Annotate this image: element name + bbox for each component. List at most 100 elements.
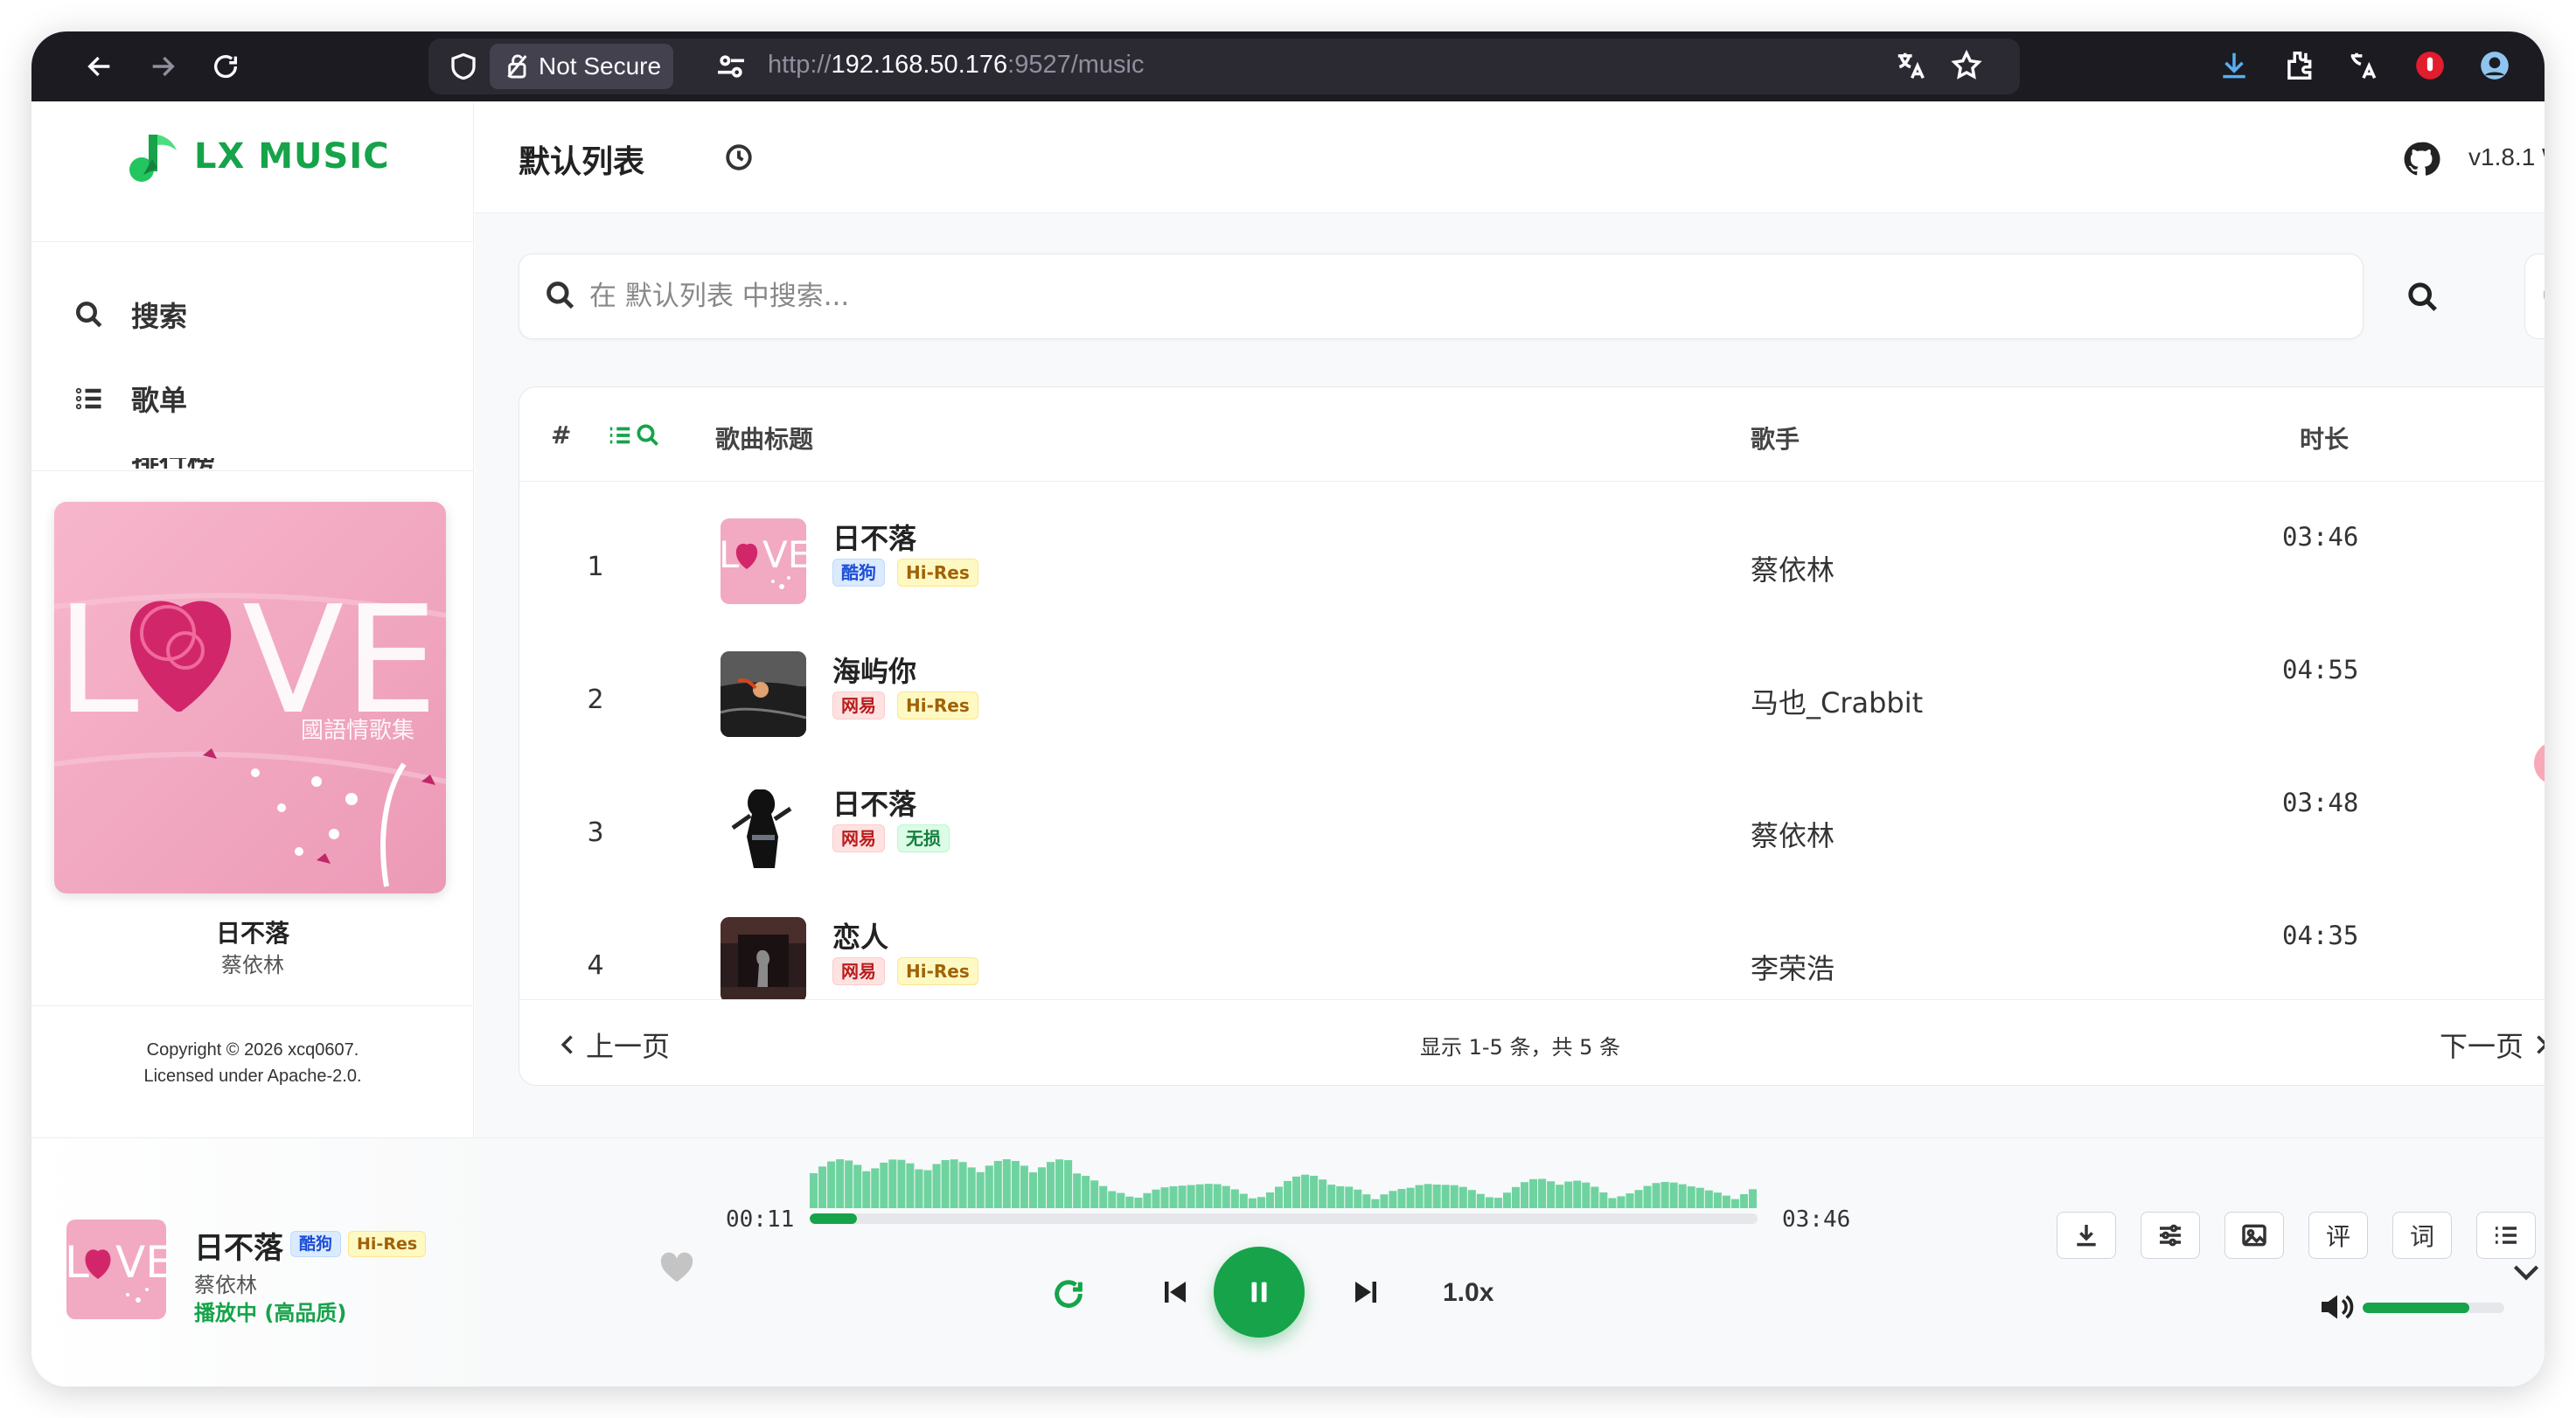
visualizer-bar <box>1397 1188 1406 1208</box>
volume-slider[interactable] <box>2363 1303 2504 1313</box>
app-logo[interactable]: LX MUSIC <box>126 126 390 187</box>
comments-button[interactable]: 评 <box>2308 1212 2368 1259</box>
visualizer-bar <box>1319 1179 1327 1208</box>
reload-button[interactable] <box>205 45 247 87</box>
github-icon <box>2404 142 2440 176</box>
visualizer-bar <box>1230 1189 1239 1208</box>
history-button[interactable] <box>723 142 758 177</box>
song-cover <box>721 651 806 737</box>
star-icon <box>1951 49 1982 80</box>
url-text[interactable]: http://192.168.50.176:9527/music <box>768 51 1145 80</box>
url-bar[interactable]: Not Secure http://192.168.50.176:9527/mu… <box>428 38 2020 94</box>
extensions-button[interactable] <box>2282 49 2317 84</box>
extension-red-button[interactable] <box>2413 49 2448 84</box>
equalizer-button[interactable] <box>2141 1212 2200 1259</box>
previous-track-button[interactable] <box>1159 1276 1198 1315</box>
translate-button[interactable] <box>1894 49 1929 84</box>
playlist-queue-button[interactable] <box>2476 1212 2536 1259</box>
visualizer-bar <box>1582 1182 1591 1208</box>
heart-icon <box>660 1252 693 1282</box>
top-bar: 默认列表 v1.8.1 Web <box>475 101 2545 213</box>
song-title: 恋人 <box>832 921 889 954</box>
bookmark-button[interactable] <box>1950 49 1985 84</box>
favorite-button[interactable] <box>659 1252 698 1287</box>
visualizer-bar <box>1652 1183 1660 1208</box>
visualizer-bar <box>1195 1184 1204 1208</box>
prev-page-label: 上一页 <box>586 1030 671 1063</box>
playlist-search-box[interactable] <box>519 254 2364 339</box>
visualizer-bar <box>1459 1186 1467 1208</box>
next-page-button[interactable]: 下一页 <box>2440 1025 2545 1065</box>
chevron-right-icon <box>2537 1035 2545 1054</box>
visualizer-bar <box>1020 1165 1028 1208</box>
visualizer-bar <box>1248 1198 1257 1208</box>
collapse-player-button[interactable] <box>2511 1261 2543 1287</box>
sidebar: LX MUSIC 搜索 歌单 排行榜 L <box>31 101 474 1137</box>
song-cover <box>721 917 806 1003</box>
song-artist[interactable]: 李荣浩 <box>1751 947 1835 987</box>
visualizer-bar <box>1143 1192 1152 1208</box>
song-artist[interactable]: 蔡依林 <box>1751 548 1835 588</box>
player-song-title: 日不落 <box>194 1231 283 1266</box>
sidebar-item-charts[interactable]: 排行榜 <box>73 458 336 469</box>
translate-extension-button[interactable] <box>2347 49 2382 84</box>
playback-rate-button[interactable]: 1.0x <box>1443 1278 1493 1308</box>
album-cover-love-image: L VE 國語情歌集 <box>54 502 446 893</box>
progress-bar[interactable] <box>810 1213 1758 1224</box>
browser-toolbar: Not Secure http://192.168.50.176:9527/mu… <box>31 31 2545 101</box>
visualizer-bar <box>871 1168 880 1208</box>
song-tags: 网易 Hi-Res <box>832 957 991 985</box>
volume-button[interactable] <box>2319 1292 2357 1324</box>
sidebar-song-artist: 蔡依林 <box>221 953 284 977</box>
visualizer-bar <box>1152 1189 1160 1208</box>
cover-image-button[interactable] <box>2224 1212 2284 1259</box>
sidebar-item-playlists[interactable]: 歌单 <box>73 372 187 425</box>
sidebar-divider <box>31 470 474 471</box>
quality-tag: Hi-Res <box>897 957 978 985</box>
player-cover[interactable]: L VE <box>66 1220 166 1319</box>
table-pagination: 上一页 显示 1-5 条，共 5 条 下一页 <box>519 999 2545 1085</box>
security-indicator[interactable]: Not Secure <box>490 44 674 89</box>
visualizer-bar <box>1011 1160 1020 1208</box>
plugin-button[interactable] <box>2524 254 2545 339</box>
site-permissions-button[interactable] <box>714 49 748 84</box>
sidebar-item-search[interactable]: 搜索 <box>73 288 187 341</box>
github-link[interactable] <box>2402 140 2440 178</box>
downloads-button[interactable] <box>2217 49 2252 84</box>
visualizer-bar <box>1222 1185 1230 1208</box>
visualizer-bar <box>1178 1185 1187 1208</box>
table-row[interactable]: 3 日不落 网易 无损 蔡依林 03:48 <box>519 763 2545 896</box>
song-artist[interactable]: 马也_Crabbit <box>1751 681 1923 721</box>
list-sort-icon[interactable] <box>607 422 633 448</box>
playlist-search-input[interactable] <box>589 272 2321 321</box>
table-row[interactable]: 2 海屿你 网易 Hi-Res 马也_Crabbit 04:55 <box>519 630 2545 763</box>
loop-mode-button[interactable] <box>1051 1276 1090 1315</box>
next-track-button[interactable] <box>1350 1276 1389 1315</box>
visualizer-bar <box>1055 1159 1064 1208</box>
now-playing-cover[interactable]: L VE 國語情歌集 <box>54 502 446 893</box>
tracking-protection-button[interactable] <box>448 51 479 82</box>
back-button[interactable] <box>79 45 121 87</box>
visualizer-bar <box>1450 1185 1459 1208</box>
prev-page-button[interactable]: 上一页 <box>556 1025 670 1065</box>
lyrics-button[interactable]: 词 <box>2392 1212 2452 1259</box>
chevron-down-icon <box>2513 1265 2539 1281</box>
song-tags: 网易 无损 <box>832 824 962 852</box>
player-status: 播放中 (高品质) <box>194 1301 347 1325</box>
song-artist[interactable]: 蔡依林 <box>1751 814 1835 854</box>
table-row[interactable]: 1 L VE 日不落 酷狗 Hi-Res 蔡依林 03:46 <box>519 497 2545 630</box>
visualizer-bar <box>923 1170 932 1208</box>
sidebar-song-title: 日不落 <box>215 919 289 948</box>
current-time: 00:11 <box>726 1206 795 1233</box>
locate-search-icon[interactable] <box>635 422 661 448</box>
search-button[interactable] <box>2397 271 2449 323</box>
visualizer-bar <box>1134 1197 1143 1208</box>
browser-window: Not Secure http://192.168.50.176:9527/mu… <box>31 31 2545 1387</box>
account-button[interactable] <box>2478 49 2513 84</box>
column-index-tools <box>607 422 663 448</box>
visualizer-bar <box>1082 1175 1090 1208</box>
play-pause-button[interactable] <box>1214 1247 1305 1338</box>
url-host: 192.168.50.176 <box>831 51 1008 79</box>
download-button[interactable] <box>2057 1212 2116 1259</box>
forward-button[interactable] <box>142 45 184 87</box>
